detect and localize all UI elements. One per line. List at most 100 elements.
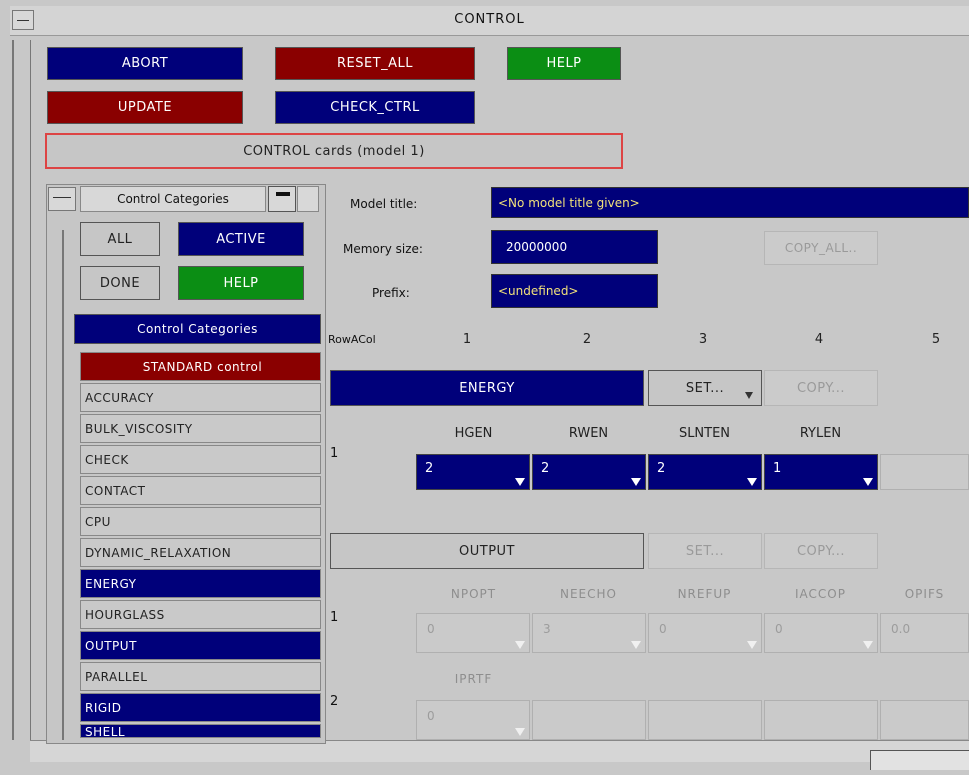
bottom-scroll-thumb[interactable] <box>870 750 969 770</box>
category-output[interactable]: OUTPUT <box>80 631 321 660</box>
output-header-npopt: NPOPT <box>450 587 497 601</box>
done-button[interactable]: DONE <box>80 266 160 300</box>
dropdown-arrow-icon <box>745 392 753 399</box>
output-empty-field[interactable] <box>648 700 762 740</box>
energy-rwen-value: 2 <box>541 461 550 476</box>
update-button[interactable]: UPDATE <box>47 91 243 124</box>
categories-maximize-button[interactable] <box>297 186 319 212</box>
output-header-iaccop: IACCOP <box>795 587 846 601</box>
help-button[interactable]: HELP <box>507 47 621 80</box>
output-opifs-value: 0.0 <box>891 622 911 636</box>
output-nrefup-value: 0 <box>659 622 667 636</box>
energy-field-header-rylen: RYLEN <box>799 426 842 441</box>
category-energy[interactable]: ENERGY <box>80 569 321 598</box>
output-row1-label: 1 <box>330 610 339 625</box>
memory-size-label: Memory size: <box>343 242 423 256</box>
active-button[interactable]: ACTIVE <box>178 222 304 256</box>
output-empty-field[interactable] <box>764 700 878 740</box>
output-copy-button[interactable]: COPY... <box>764 533 878 569</box>
memory-size-field[interactable]: 20000000 <box>491 230 658 264</box>
category-rigid[interactable]: RIGID <box>80 693 321 722</box>
energy-set-button[interactable]: SET... <box>648 370 762 406</box>
output-header-neecho: NEECHO <box>560 587 617 601</box>
energy-hgen-value: 2 <box>425 461 434 476</box>
window-title: CONTROL <box>454 12 525 27</box>
energy-slnten-value: 2 <box>657 461 666 476</box>
outer-frame-line <box>12 40 14 740</box>
output-row2-label: 2 <box>330 694 339 709</box>
output-iprtf-value: 0 <box>427 709 435 723</box>
column-header: 4 <box>814 332 824 347</box>
output-opifs-field[interactable]: 0.0 <box>880 613 969 653</box>
energy-field-header-slnten: SLNTEN <box>678 426 731 441</box>
prefix-field[interactable]: <undefined> <box>491 274 658 308</box>
output-card-button[interactable]: OUTPUT <box>330 533 644 569</box>
category-parallel[interactable]: PARALLEL <box>80 662 321 691</box>
output-header-opifs: OPIFS <box>904 587 945 601</box>
output-neecho-field[interactable]: 3 <box>532 613 646 653</box>
dropdown-arrow-icon <box>747 641 757 649</box>
dropdown-arrow-icon <box>515 641 525 649</box>
output-nrefup-field[interactable]: 0 <box>648 613 762 653</box>
minimize-icon <box>276 192 290 196</box>
category-bulk-viscosity[interactable]: BULK_VISCOSITY <box>80 414 321 443</box>
categories-list-header: Control Categories <box>74 314 321 344</box>
dropdown-arrow-icon <box>863 478 873 486</box>
energy-row-label: 1 <box>330 446 339 461</box>
categories-minimize-button[interactable] <box>268 186 296 212</box>
control-cards-button[interactable]: CONTROL cards (model 1) <box>45 133 623 169</box>
output-npopt-field[interactable]: 0 <box>416 613 530 653</box>
check-ctrl-button[interactable]: CHECK_CTRL <box>275 91 475 124</box>
output-iprtf-field[interactable]: 0 <box>416 700 530 740</box>
reset-all-button[interactable]: RESET_ALL <box>275 47 475 80</box>
category-hourglass[interactable]: HOURGLASS <box>80 600 321 629</box>
category-shell[interactable]: SHELL <box>80 724 321 738</box>
energy-card-button[interactable]: ENERGY <box>330 370 644 406</box>
energy-empty-field[interactable] <box>880 454 969 490</box>
categories-help-button[interactable]: HELP <box>178 266 304 300</box>
dropdown-arrow-icon <box>863 641 873 649</box>
copy-all-button[interactable]: COPY_ALL.. <box>764 231 878 265</box>
outer-frame-line-inner <box>30 40 31 740</box>
categories-panel-title: Control Categories <box>80 186 266 212</box>
energy-rwen-field[interactable]: 2 <box>532 454 646 490</box>
column-header: 1 <box>462 332 472 347</box>
energy-field-header-rwen: RWEN <box>568 426 609 441</box>
dropdown-arrow-icon <box>515 478 525 486</box>
category-check[interactable]: CHECK <box>80 445 321 474</box>
dropdown-arrow-icon <box>747 478 757 486</box>
column-header: 2 <box>582 332 592 347</box>
energy-slnten-field[interactable]: 2 <box>648 454 762 490</box>
rowcol-label: RowACol <box>328 333 376 346</box>
dropdown-arrow-icon <box>515 728 525 736</box>
category-cpu[interactable]: CPU <box>80 507 321 536</box>
output-empty-field[interactable] <box>532 700 646 740</box>
model-title-field[interactable]: <No model title given> <box>491 187 969 218</box>
category-standard-control[interactable]: STANDARD control <box>80 352 321 381</box>
energy-rylen-field[interactable]: 1 <box>764 454 878 490</box>
all-button[interactable]: ALL <box>80 222 160 256</box>
output-header-nrefup: NREFUP <box>677 587 732 601</box>
column-header: 5 <box>931 332 941 347</box>
category-accuracy[interactable]: ACCURACY <box>80 383 321 412</box>
column-header: 3 <box>698 332 708 347</box>
output-empty-field[interactable] <box>880 700 969 740</box>
model-title-label: Model title: <box>350 197 418 211</box>
categories-menu-button[interactable] <box>48 187 76 211</box>
dropdown-arrow-icon <box>631 478 641 486</box>
prefix-label: Prefix: <box>372 286 410 300</box>
window-menu-button[interactable] <box>12 10 34 30</box>
energy-hgen-field[interactable]: 2 <box>416 454 530 490</box>
output-iaccop-field[interactable]: 0 <box>764 613 878 653</box>
energy-set-label: SET... <box>685 380 725 396</box>
abort-button[interactable]: ABORT <box>47 47 243 80</box>
dropdown-arrow-icon <box>631 641 641 649</box>
output-iaccop-value: 0 <box>775 622 783 636</box>
window-title-bar: CONTROL <box>10 6 969 36</box>
category-dynamic-relaxation[interactable]: DYNAMIC_RELAXATION <box>80 538 321 567</box>
output-set-button[interactable]: SET... <box>648 533 762 569</box>
energy-copy-button[interactable]: COPY... <box>764 370 878 406</box>
category-contact[interactable]: CONTACT <box>80 476 321 505</box>
energy-rylen-value: 1 <box>773 461 782 476</box>
output-npopt-value: 0 <box>427 622 435 636</box>
